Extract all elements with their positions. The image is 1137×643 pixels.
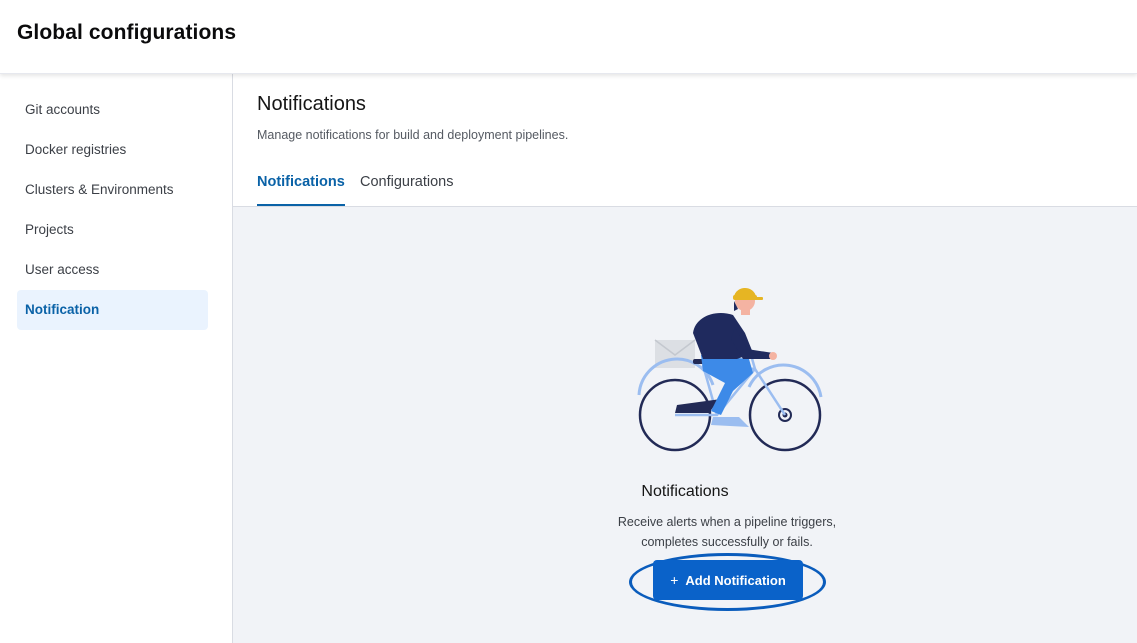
empty-state-description: Receive alerts when a pipeline triggers,… [597,512,857,552]
page-title: Notifications [257,93,366,115]
add-notification-label: Add Notification [685,572,786,588]
sidebar: Git accounts Docker registries Clusters … [0,74,233,643]
main-panel: Notifications Manage notifications for b… [233,74,1137,643]
tab-configurations[interactable]: Configurations [360,174,454,206]
empty-state-area: Notifications Receive alerts when a pipe… [233,207,1137,643]
cyclist-illustration [637,287,823,452]
sidebar-item-clusters-environments[interactable]: Clusters & Environments [17,170,208,210]
sidebar-item-git-accounts[interactable]: Git accounts [17,90,208,130]
plus-icon: + [670,572,679,588]
page-header-title: Global configurations [17,21,237,44]
tab-notifications[interactable]: Notifications [257,174,345,206]
empty-state-description-line-1: Receive alerts when a pipeline triggers, [617,515,837,529]
empty-state-title: Notifications [641,483,729,500]
sidebar-item-notification[interactable]: Notification [17,290,208,330]
main-header: Notifications Manage notifications for b… [233,74,1137,207]
add-notification-button[interactable]: + Add Notification [653,560,803,600]
page-description: Manage notifications for build and deplo… [257,128,569,142]
top-header: Global configurations [0,0,1137,74]
sidebar-item-docker-registries[interactable]: Docker registries [17,130,208,170]
sidebar-item-projects[interactable]: Projects [17,210,208,250]
sidebar-item-user-access[interactable]: User access [17,250,208,290]
empty-state-description-line-2: completes successfully or fails. [641,535,813,549]
